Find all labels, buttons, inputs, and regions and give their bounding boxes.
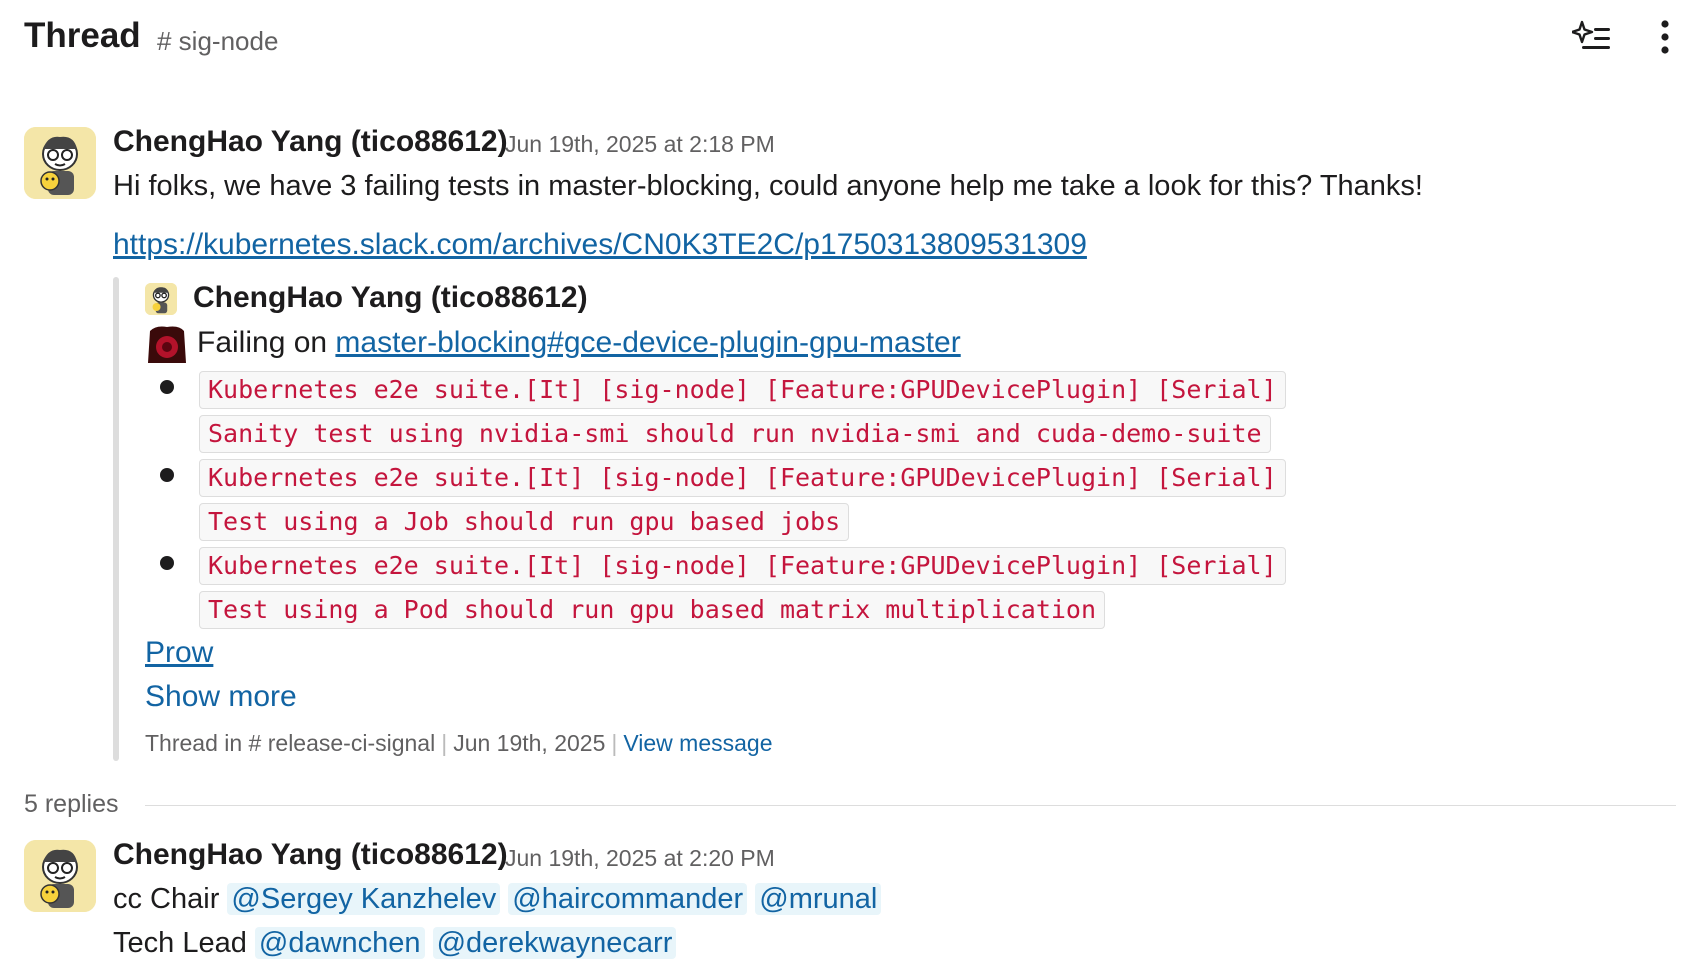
view-message-link[interactable]: View message xyxy=(623,730,772,756)
failing-test-code: Kubernetes e2e suite.[It] [sig-node] [Fe… xyxy=(199,371,1286,409)
message-permalink[interactable]: https://kubernetes.slack.com/archives/CN… xyxy=(113,228,1087,262)
quoted-avatar[interactable] xyxy=(145,283,177,315)
replies-count: 5 replies xyxy=(24,790,119,818)
quoted-author[interactable]: ChengHao Yang (tico88612) xyxy=(193,281,588,315)
message-timestamp[interactable]: Jun 19th, 2025 at 2:18 PM xyxy=(505,131,775,158)
more-actions-button[interactable] xyxy=(1650,18,1680,58)
failing-test-code: Test using a Job should run gpu based jo… xyxy=(199,503,850,541)
meta-separator: | xyxy=(611,730,618,756)
sparkle-list-icon xyxy=(1570,20,1610,49)
failing-dashboard-link[interactable]: master-blocking#gce-device-plugin-gpu-ma… xyxy=(335,326,960,359)
user-mention[interactable]: @derekwaynecarr xyxy=(432,927,677,959)
failing-test-code: Test using a Pod should run gpu based ma… xyxy=(199,591,1106,629)
failing-test-code: Sanity test using nvidia-smi should run … xyxy=(199,415,1271,453)
message-author[interactable]: ChengHao Yang (tico88612) xyxy=(113,125,508,159)
user-mention[interactable]: @mrunal xyxy=(755,883,882,915)
avatar[interactable] xyxy=(24,127,96,199)
quote-bar xyxy=(113,277,119,761)
cartoon-avatar-image xyxy=(145,283,177,315)
user-mention[interactable]: @haircommander xyxy=(508,883,748,915)
failing-prefix: Failing on xyxy=(197,326,328,359)
reply-timestamp[interactable]: Jun 19th, 2025 at 2:20 PM xyxy=(505,845,775,872)
failing-test-code: Kubernetes e2e suite.[It] [sig-node] [Fe… xyxy=(199,459,1286,497)
ai-summary-button[interactable] xyxy=(1570,18,1616,58)
thread-title: Thread xyxy=(24,16,141,55)
cartoon-avatar-image xyxy=(24,840,96,912)
avatar[interactable] xyxy=(24,840,96,912)
reply-prefix-chair: cc Chair xyxy=(113,883,220,915)
quoted-meta: Thread in # release-ci-signal | Jun 19th, … xyxy=(145,730,773,757)
user-mention[interactable]: @dawnchen xyxy=(254,927,425,959)
quoted-date: Jun 19th, 2025 xyxy=(453,730,606,756)
vertical-ellipsis-icon xyxy=(1661,20,1669,54)
quoted-thread-source[interactable]: Thread in # release-ci-signal xyxy=(145,730,435,756)
failing-test-code: Kubernetes e2e suite.[It] [sig-node] [Fe… xyxy=(199,547,1286,585)
failing-line: Failing on master-blocking#gce-device-pl… xyxy=(197,326,961,360)
cartoon-avatar-image xyxy=(24,127,96,199)
thread-channel-name[interactable]: # sig-node xyxy=(157,26,278,57)
user-mention[interactable]: @Sergey Kanzhelev xyxy=(227,883,501,915)
thread-header: Thread # sig-node xyxy=(0,0,1700,80)
prow-link[interactable]: Prow xyxy=(145,636,213,670)
reply-line-tech-lead: Tech Lead @dawnchen @derekwaynecarr xyxy=(113,927,677,960)
meta-separator: | xyxy=(441,730,448,756)
reply-author[interactable]: ChengHao Yang (tico88612) xyxy=(113,838,508,872)
message-text: Hi folks, we have 3 failing tests in mas… xyxy=(113,170,1423,202)
show-more-link[interactable]: Show more xyxy=(145,680,297,714)
replies-divider xyxy=(145,805,1676,806)
list-bullet xyxy=(160,556,174,570)
list-bullet xyxy=(160,468,174,482)
list-bullet xyxy=(160,380,174,394)
failing-emoji-icon xyxy=(146,325,188,365)
reply-line-chair: cc Chair @Sergey Kanzhelev @haircommande… xyxy=(113,883,882,916)
reply-prefix-tech-lead: Tech Lead xyxy=(113,927,247,959)
